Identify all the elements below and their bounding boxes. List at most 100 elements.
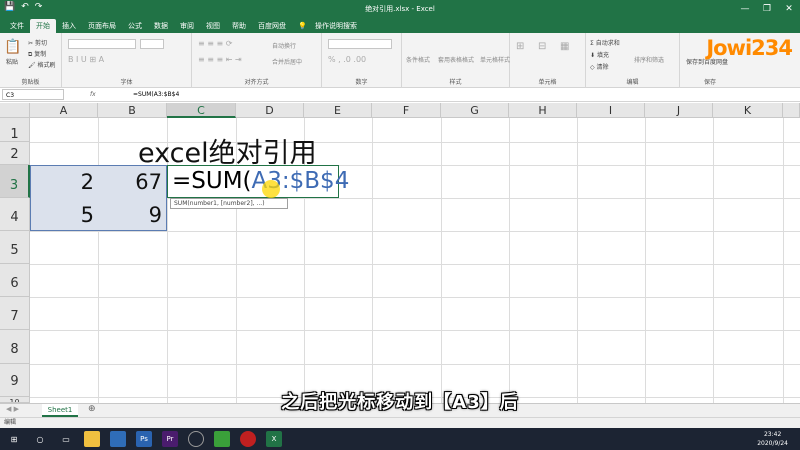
format-cells-icon[interactable]: ▦ xyxy=(560,41,569,52)
cell-styles-button[interactable]: 单元格样式 xyxy=(480,55,510,64)
number-format-buttons[interactable]: % , .0 .00 xyxy=(328,55,366,64)
tab-review[interactable]: 审阅 xyxy=(174,19,200,33)
styles-group: 条件格式 套用表格格式 单元格样式 样式 xyxy=(402,33,510,88)
clear-label: 清除 xyxy=(596,64,609,71)
tab-insert[interactable]: 插入 xyxy=(56,19,82,33)
format-as-table-button[interactable]: 套用表格格式 xyxy=(438,55,474,64)
cell-c3-editor[interactable]: =SUM(A3:$B$4 xyxy=(167,165,349,198)
row-header-1[interactable]: 1 xyxy=(0,118,30,142)
copy-label: 复制 xyxy=(34,51,47,58)
wrap-text-button[interactable]: 自动换行 xyxy=(272,41,296,50)
column-header-a[interactable]: A xyxy=(30,103,98,118)
system-clock[interactable]: 23:42 2020/9/24 xyxy=(757,430,788,448)
column-header-f[interactable]: F xyxy=(372,103,441,118)
taskbar: ⊞ ○ ▭ Ps Pr X 23:42 2020/9/24 xyxy=(0,428,800,450)
row-header-7[interactable]: 7 xyxy=(0,297,30,330)
tab-view[interactable]: 视图 xyxy=(200,19,226,33)
cell-b3[interactable]: 67 xyxy=(98,170,162,194)
fill-button[interactable]: ⬇ 填充 xyxy=(590,50,609,59)
select-all-corner[interactable] xyxy=(0,103,30,118)
task-view-icon[interactable]: ▭ xyxy=(58,431,74,447)
tab-home[interactable]: 开始 xyxy=(30,19,56,33)
save-group-label: 保存 xyxy=(703,79,716,86)
status-mode: 编辑 xyxy=(4,419,17,426)
paste-button[interactable]: 粘贴 xyxy=(6,57,18,66)
window-title: 绝对引用.xlsx - Excel xyxy=(365,5,435,13)
column-header-h[interactable]: H xyxy=(509,103,577,118)
tab-file[interactable]: 文件 xyxy=(4,19,30,33)
tab-formulas[interactable]: 公式 xyxy=(122,19,148,33)
cells-group-label: 单元格 xyxy=(538,79,557,86)
tab-page-layout[interactable]: 页面布局 xyxy=(82,19,122,33)
formula-input[interactable]: =SUM(A3:$B$4 xyxy=(133,91,179,98)
font-style-buttons[interactable]: B I U ⊞ A xyxy=(68,55,104,64)
premiere-icon[interactable]: Pr xyxy=(162,431,178,447)
align-top-buttons[interactable]: ≡ ≡ ≡ ⟳ xyxy=(198,39,232,48)
paste-icon[interactable]: 📋 xyxy=(4,39,21,55)
column-header-b[interactable]: B xyxy=(98,103,167,118)
row-header-3[interactable]: 3 xyxy=(0,165,30,198)
fx-icon[interactable]: fx xyxy=(90,91,96,98)
insert-cells-icon[interactable]: ⊞ xyxy=(516,41,524,52)
column-header-e[interactable]: E xyxy=(304,103,372,118)
clear-button[interactable]: ◇ 清除 xyxy=(590,62,609,71)
copy-button[interactable]: ⧉ 复制 xyxy=(28,49,46,59)
font-name-combo[interactable] xyxy=(68,39,136,49)
ribbon: 📋 粘贴 ✂ 剪切 ⧉ 复制 🖌 格式刷 剪贴板 B I U ⊞ A 字体 ≡ … xyxy=(0,33,800,88)
column-header-k[interactable]: K xyxy=(713,103,783,118)
tab-baidu[interactable]: 百度网盘 xyxy=(252,19,292,33)
clock-time: 23:42 xyxy=(763,431,782,438)
autosum-button[interactable]: Σ 自动求和 xyxy=(590,38,620,47)
cut-label: 剪切 xyxy=(34,40,47,47)
align-horizontal-buttons[interactable]: ≡ ≡ ≡ ⇤ ⇥ xyxy=(198,55,242,64)
search-icon[interactable]: ○ xyxy=(32,431,48,447)
fill-label: 填充 xyxy=(596,52,609,59)
column-header-j[interactable]: J xyxy=(645,103,713,118)
column-header-i[interactable]: I xyxy=(577,103,645,118)
column-header-g[interactable]: G xyxy=(441,103,509,118)
photoshop-icon[interactable]: Ps xyxy=(136,431,152,447)
minimize-icon[interactable]: — xyxy=(734,0,756,17)
cell-a3[interactable]: 2 xyxy=(30,170,94,194)
cut-button[interactable]: ✂ 剪切 xyxy=(28,38,47,47)
tab-data[interactable]: 数据 xyxy=(148,19,174,33)
row-header-8[interactable]: 8 xyxy=(0,330,30,364)
row-header-4[interactable]: 4 xyxy=(0,198,30,231)
status-bar: 编辑 xyxy=(0,417,800,428)
row-header-5[interactable]: 5 xyxy=(0,231,30,264)
font-size-combo[interactable] xyxy=(140,39,164,49)
delete-cells-icon[interactable]: ⊟ xyxy=(538,41,546,52)
file-explorer-icon[interactable] xyxy=(84,431,100,447)
column-header-c[interactable]: C xyxy=(167,103,236,118)
app-icon[interactable] xyxy=(110,431,126,447)
format-painter-button[interactable]: 🖌 格式刷 xyxy=(28,60,56,69)
watermark-logo: Jowi234 xyxy=(706,36,793,60)
merge-center-button[interactable]: 合并后居中 xyxy=(272,57,302,66)
restore-icon[interactable]: ❐ xyxy=(756,0,778,17)
sort-filter-button[interactable]: 排序和筛选 xyxy=(634,55,664,64)
obs-icon[interactable] xyxy=(188,431,204,447)
column-header-d[interactable]: D xyxy=(236,103,304,118)
alignment-group-label: 对齐方式 xyxy=(244,79,269,86)
row-header-2[interactable]: 2 xyxy=(0,142,30,165)
record-icon[interactable] xyxy=(240,431,256,447)
cell-b4[interactable]: 9 xyxy=(98,203,162,227)
row-header-6[interactable]: 6 xyxy=(0,264,30,297)
excel-icon[interactable]: X xyxy=(266,431,282,447)
number-format-combo[interactable] xyxy=(328,39,392,49)
formula-bar: C3 fx =SUM(A3:$B$4 xyxy=(0,88,800,102)
windows-start-icon[interactable]: ⊞ xyxy=(6,431,22,447)
title-bar: 💾 ↶ ↷ 绝对引用.xlsx - Excel — ❐ ✕ xyxy=(0,0,800,17)
close-icon[interactable]: ✕ xyxy=(778,0,800,17)
editing-group: Σ 自动求和 ⬇ 填充 ◇ 清除 排序和筛选 编辑 xyxy=(586,33,680,88)
tab-help[interactable]: 帮助 xyxy=(226,19,252,33)
cell-a4[interactable]: 5 xyxy=(30,203,94,227)
green-app-icon[interactable] xyxy=(214,431,230,447)
tell-me-search[interactable]: 💡 操作说明搜索 xyxy=(292,19,369,33)
name-box[interactable]: C3 xyxy=(2,89,64,100)
function-tooltip[interactable]: SUM(number1, [number2], ...) xyxy=(170,198,288,209)
editing-group-label: 编辑 xyxy=(626,79,639,86)
conditional-format-button[interactable]: 条件格式 xyxy=(406,55,430,64)
styles-group-label: 样式 xyxy=(449,79,462,86)
formula-prefix: =SUM( xyxy=(172,168,252,194)
